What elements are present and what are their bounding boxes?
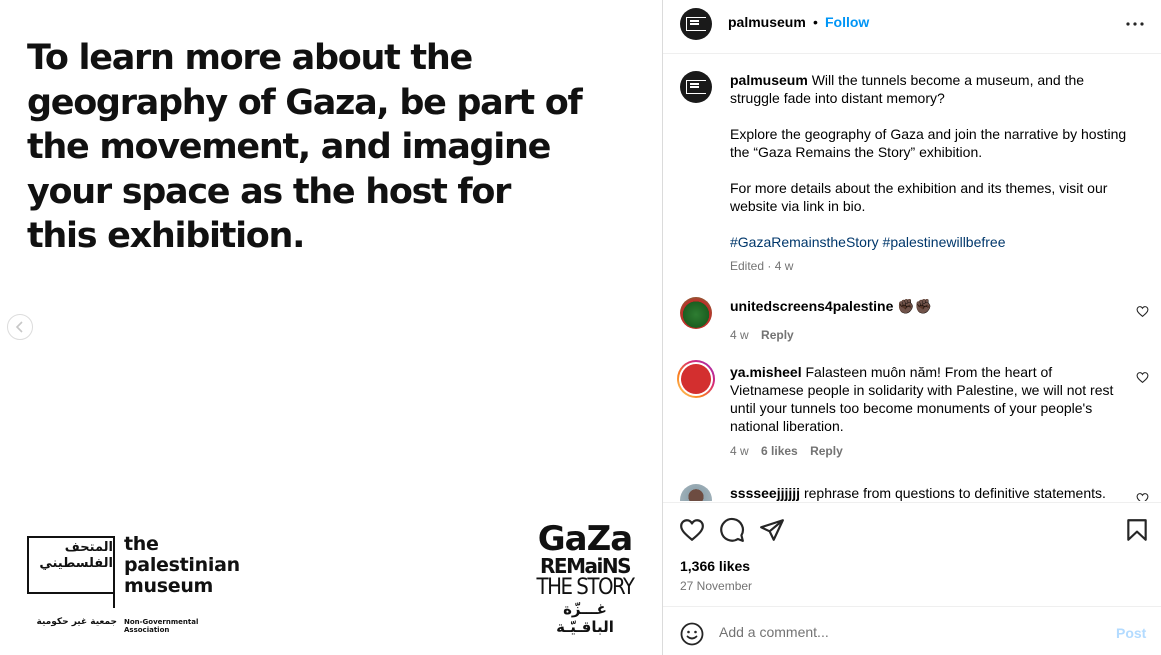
caption-line-2: Explore the geography of Gaza and join t… [730, 126, 1127, 160]
comment-icon[interactable] [719, 517, 745, 543]
comments-list[interactable]: palmuseum Will the tunnels become a muse… [663, 55, 1161, 501]
emoji-icon[interactable] [680, 622, 704, 646]
hashtag-link[interactable]: #palestinewillbefree [883, 234, 1006, 250]
header-username[interactable]: palmuseum [728, 14, 806, 30]
comment-time: 4 w [730, 444, 749, 458]
gaza-logo-line-4: غـــزّة الباقـيّـة [556, 600, 614, 636]
post-date: 27 November [680, 579, 753, 593]
post-comment-button[interactable]: Post [1116, 625, 1146, 641]
comment-text: rephrase from questions to definitive st… [803, 485, 1106, 501]
comment-meta: 4 w 6 likes Reply [730, 442, 1115, 460]
gaza-remains-logo: GaZa REMaiNS THE STORY غـــزّة الباقـيّـ… [535, 519, 635, 636]
caption-hashtags: #GazaRemainstheStory #palestinewillbefre… [730, 233, 1130, 251]
comment-body: sssseejjjjjj rephrase from questions to … [730, 484, 1115, 501]
header-separator: • [813, 14, 818, 30]
hashtag-link[interactable]: #GazaRemainstheStory [730, 234, 879, 250]
post-header: palmuseum • Follow [663, 0, 1161, 54]
heart-icon[interactable] [679, 517, 705, 543]
add-comment-bar: Post [663, 606, 1161, 655]
more-options-button[interactable] [1125, 14, 1145, 34]
avatar[interactable] [677, 360, 715, 398]
chevron-left-icon [15, 321, 23, 333]
reply-button[interactable]: Reply [761, 328, 794, 342]
comment-meta: 4 w Reply [730, 326, 1115, 344]
heart-icon[interactable] [1136, 492, 1149, 501]
post-caption: palmuseum Will the tunnels become a muse… [730, 71, 1130, 275]
avatar[interactable] [680, 8, 712, 40]
logo-word-palestinian: palestinian [124, 554, 240, 576]
comment-text: ✊🏿✊🏿 [897, 298, 933, 314]
gaza-logo-line-2: REMaiNS [540, 554, 631, 578]
gaza-logo-line-1: GaZa [537, 519, 633, 559]
comment-time: 4 w [730, 328, 749, 342]
heart-icon[interactable] [1136, 371, 1149, 384]
gaza-logo-line-3: THE STORY [536, 575, 635, 600]
logo-english-name: the palestinian museum [124, 534, 240, 597]
post-headline: To learn more about the geography of Gaz… [27, 38, 583, 256]
avatar[interactable] [680, 484, 712, 501]
logo-word-museum: museum [124, 575, 214, 597]
caption-line-3: For more details about the exhibition an… [730, 180, 1108, 214]
share-icon[interactable] [759, 517, 785, 543]
caption-meta: Edited · 4 w [730, 259, 794, 273]
palestinian-museum-logo: المتحف الفلسطيني the palestinian museum … [27, 534, 242, 634]
comment-username[interactable]: sssseejjjjjj [730, 485, 800, 501]
avatar[interactable] [680, 297, 712, 329]
comment-username[interactable]: unitedscreens4palestine [730, 298, 893, 314]
bookmark-icon[interactable] [1124, 517, 1150, 543]
caption-avatar[interactable] [680, 71, 712, 103]
comment-body: ya.misheel Falasteen muôn năm! From the … [730, 363, 1115, 460]
logo-sub-arabic: جمعية غير حكومية [36, 617, 118, 627]
post-actions: 1,366 likes 27 November [663, 502, 1161, 606]
comment-body: unitedscreens4palestine ✊🏿✊🏿 4 w Reply [730, 297, 1115, 344]
comment-likes[interactable]: 6 likes [761, 444, 798, 458]
likes-count[interactable]: 1,366 likes [680, 558, 750, 574]
comment-input[interactable] [719, 622, 1099, 642]
logo-sub-english: Non-Governmental Association [124, 618, 199, 634]
logo-arabic-name: المتحف الفلسطيني [39, 540, 113, 571]
post-image: To learn more about the geography of Gaz… [0, 0, 662, 655]
previous-slide-button[interactable] [7, 314, 33, 340]
post-side-panel: palmuseum • Follow palmuseum Will the tu… [662, 0, 1161, 655]
heart-icon[interactable] [1136, 305, 1149, 318]
caption-username[interactable]: palmuseum [730, 72, 808, 88]
logo-word-the: the [124, 533, 159, 555]
reply-button[interactable]: Reply [810, 444, 843, 458]
comment-username[interactable]: ya.misheel [730, 364, 802, 380]
follow-button[interactable]: Follow [825, 14, 869, 30]
more-icon [1126, 22, 1144, 26]
